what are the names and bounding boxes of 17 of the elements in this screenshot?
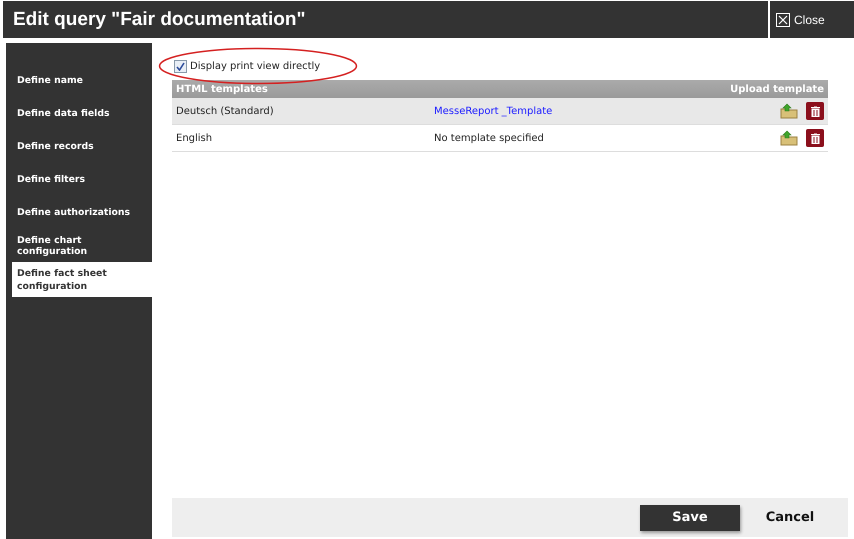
sidebar-item[interactable]: Define filters bbox=[6, 163, 152, 196]
window-title: Edit query "Fair documentation" bbox=[3, 1, 768, 38]
table-cell: Deutsch (Standard) bbox=[172, 98, 430, 124]
column-header: HTML templates bbox=[172, 80, 430, 98]
column-header: Upload template bbox=[650, 80, 828, 98]
sidebar-item[interactable]: Define fact sheet configuration bbox=[12, 262, 152, 297]
sidebar-item[interactable]: Define authorizations bbox=[6, 196, 152, 229]
table-cell: English bbox=[172, 124, 430, 152]
sidebar-item[interactable]: Define chart configuration bbox=[6, 229, 152, 262]
close-button[interactable]: Close bbox=[770, 1, 854, 38]
sidebar-item[interactable]: Define records bbox=[6, 130, 152, 163]
cancel-button[interactable]: Cancel bbox=[740, 509, 840, 526]
sidebar-item[interactable]: Define data fields bbox=[6, 97, 152, 130]
sidebar-item[interactable]: Define name bbox=[6, 64, 152, 97]
save-button[interactable]: Save bbox=[640, 504, 740, 530]
table-cell: No template specified bbox=[434, 132, 544, 144]
checkbox-label: Display print view directly bbox=[190, 60, 320, 72]
